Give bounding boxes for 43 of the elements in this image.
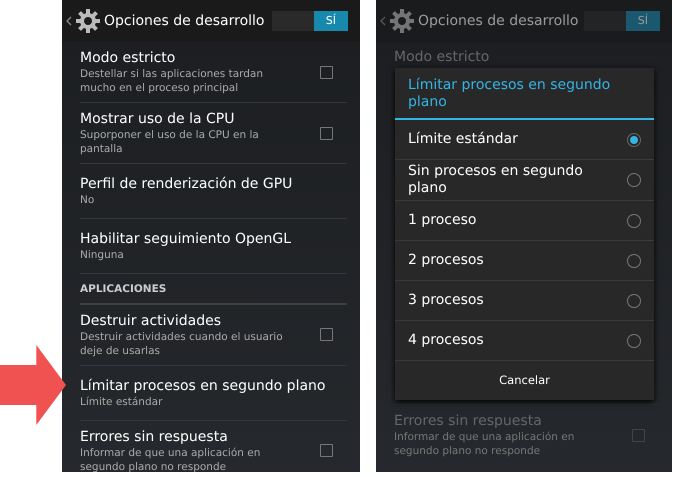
- radio-button[interactable]: [627, 254, 641, 268]
- setting-title[interactable]: Errores sin respuesta: [80, 428, 310, 446]
- setting-summary: Informar de que una aplicación en segundo plano no responde: [80, 446, 262, 472]
- checkbox[interactable]: [320, 444, 333, 458]
- radio-option[interactable]: Sin procesos en segundo plano: [395, 160, 654, 201]
- setting-summary: Límite estándar: [80, 394, 164, 409]
- radio-option[interactable]: 4 procesos: [395, 321, 654, 361]
- dialog-title: Límitar procesos en segundo plano: [395, 68, 654, 120]
- setting-summary: No: [80, 193, 96, 207]
- setting-summary: Informar de que una aplicación en segundo plano no responde: [394, 430, 576, 458]
- setting-title[interactable]: Destruir actividades: [80, 312, 310, 330]
- back-icon[interactable]: [66, 16, 72, 26]
- radio-button[interactable]: [627, 132, 641, 146]
- cancel-button[interactable]: Cancelar: [395, 361, 654, 400]
- settings-icon: [75, 8, 101, 34]
- radio-button[interactable]: [627, 294, 641, 308]
- setting-summary: Suporponer el uso de la CPU en la pantalla: [80, 128, 260, 156]
- screen-title: Opciones de desarrollo: [104, 12, 266, 30]
- radio-button[interactable]: [627, 334, 641, 348]
- screen-title: Opciones de desarrollo: [418, 12, 580, 30]
- toggle-switch[interactable]: SÍ: [272, 11, 348, 31]
- radio-button[interactable]: [627, 214, 641, 228]
- radio-option[interactable]: 2 procesos: [395, 241, 654, 281]
- setting-title[interactable]: Modo estricto: [80, 49, 310, 67]
- setting-summary: Ninguna: [80, 248, 125, 262]
- checkbox[interactable]: [320, 66, 333, 78]
- radio-option[interactable]: Límite estándar: [395, 120, 654, 160]
- back-icon[interactable]: [380, 16, 386, 26]
- setting-title[interactable]: Perfil de renderización de GPU: [80, 175, 347, 193]
- setting-title: Modo estricto: [394, 48, 490, 66]
- checkbox[interactable]: [320, 328, 333, 342]
- settings-icon: [389, 8, 415, 34]
- setting-summary: Destruir actividades cuando el usuario deje de usarlas: [80, 330, 284, 358]
- radio-option[interactable]: 3 procesos: [395, 281, 654, 321]
- setting-title[interactable]: Mostrar uso de la CPU: [80, 110, 310, 128]
- setting-title[interactable]: Límitar procesos en segundo plano: [80, 376, 347, 395]
- setting-summary: Destellar si las aplicaciones tardan mucho en el proceso principal: [80, 67, 264, 95]
- setting-title: Errores sin respuesta: [394, 412, 543, 430]
- checkbox[interactable]: [320, 126, 333, 140]
- radio-option[interactable]: 1 proceso: [395, 201, 654, 241]
- setting-title[interactable]: Habilitar seguimiento OpenGL: [80, 230, 347, 248]
- section-header: APLICACIONES: [80, 274, 347, 305]
- radio-button[interactable]: [627, 173, 641, 187]
